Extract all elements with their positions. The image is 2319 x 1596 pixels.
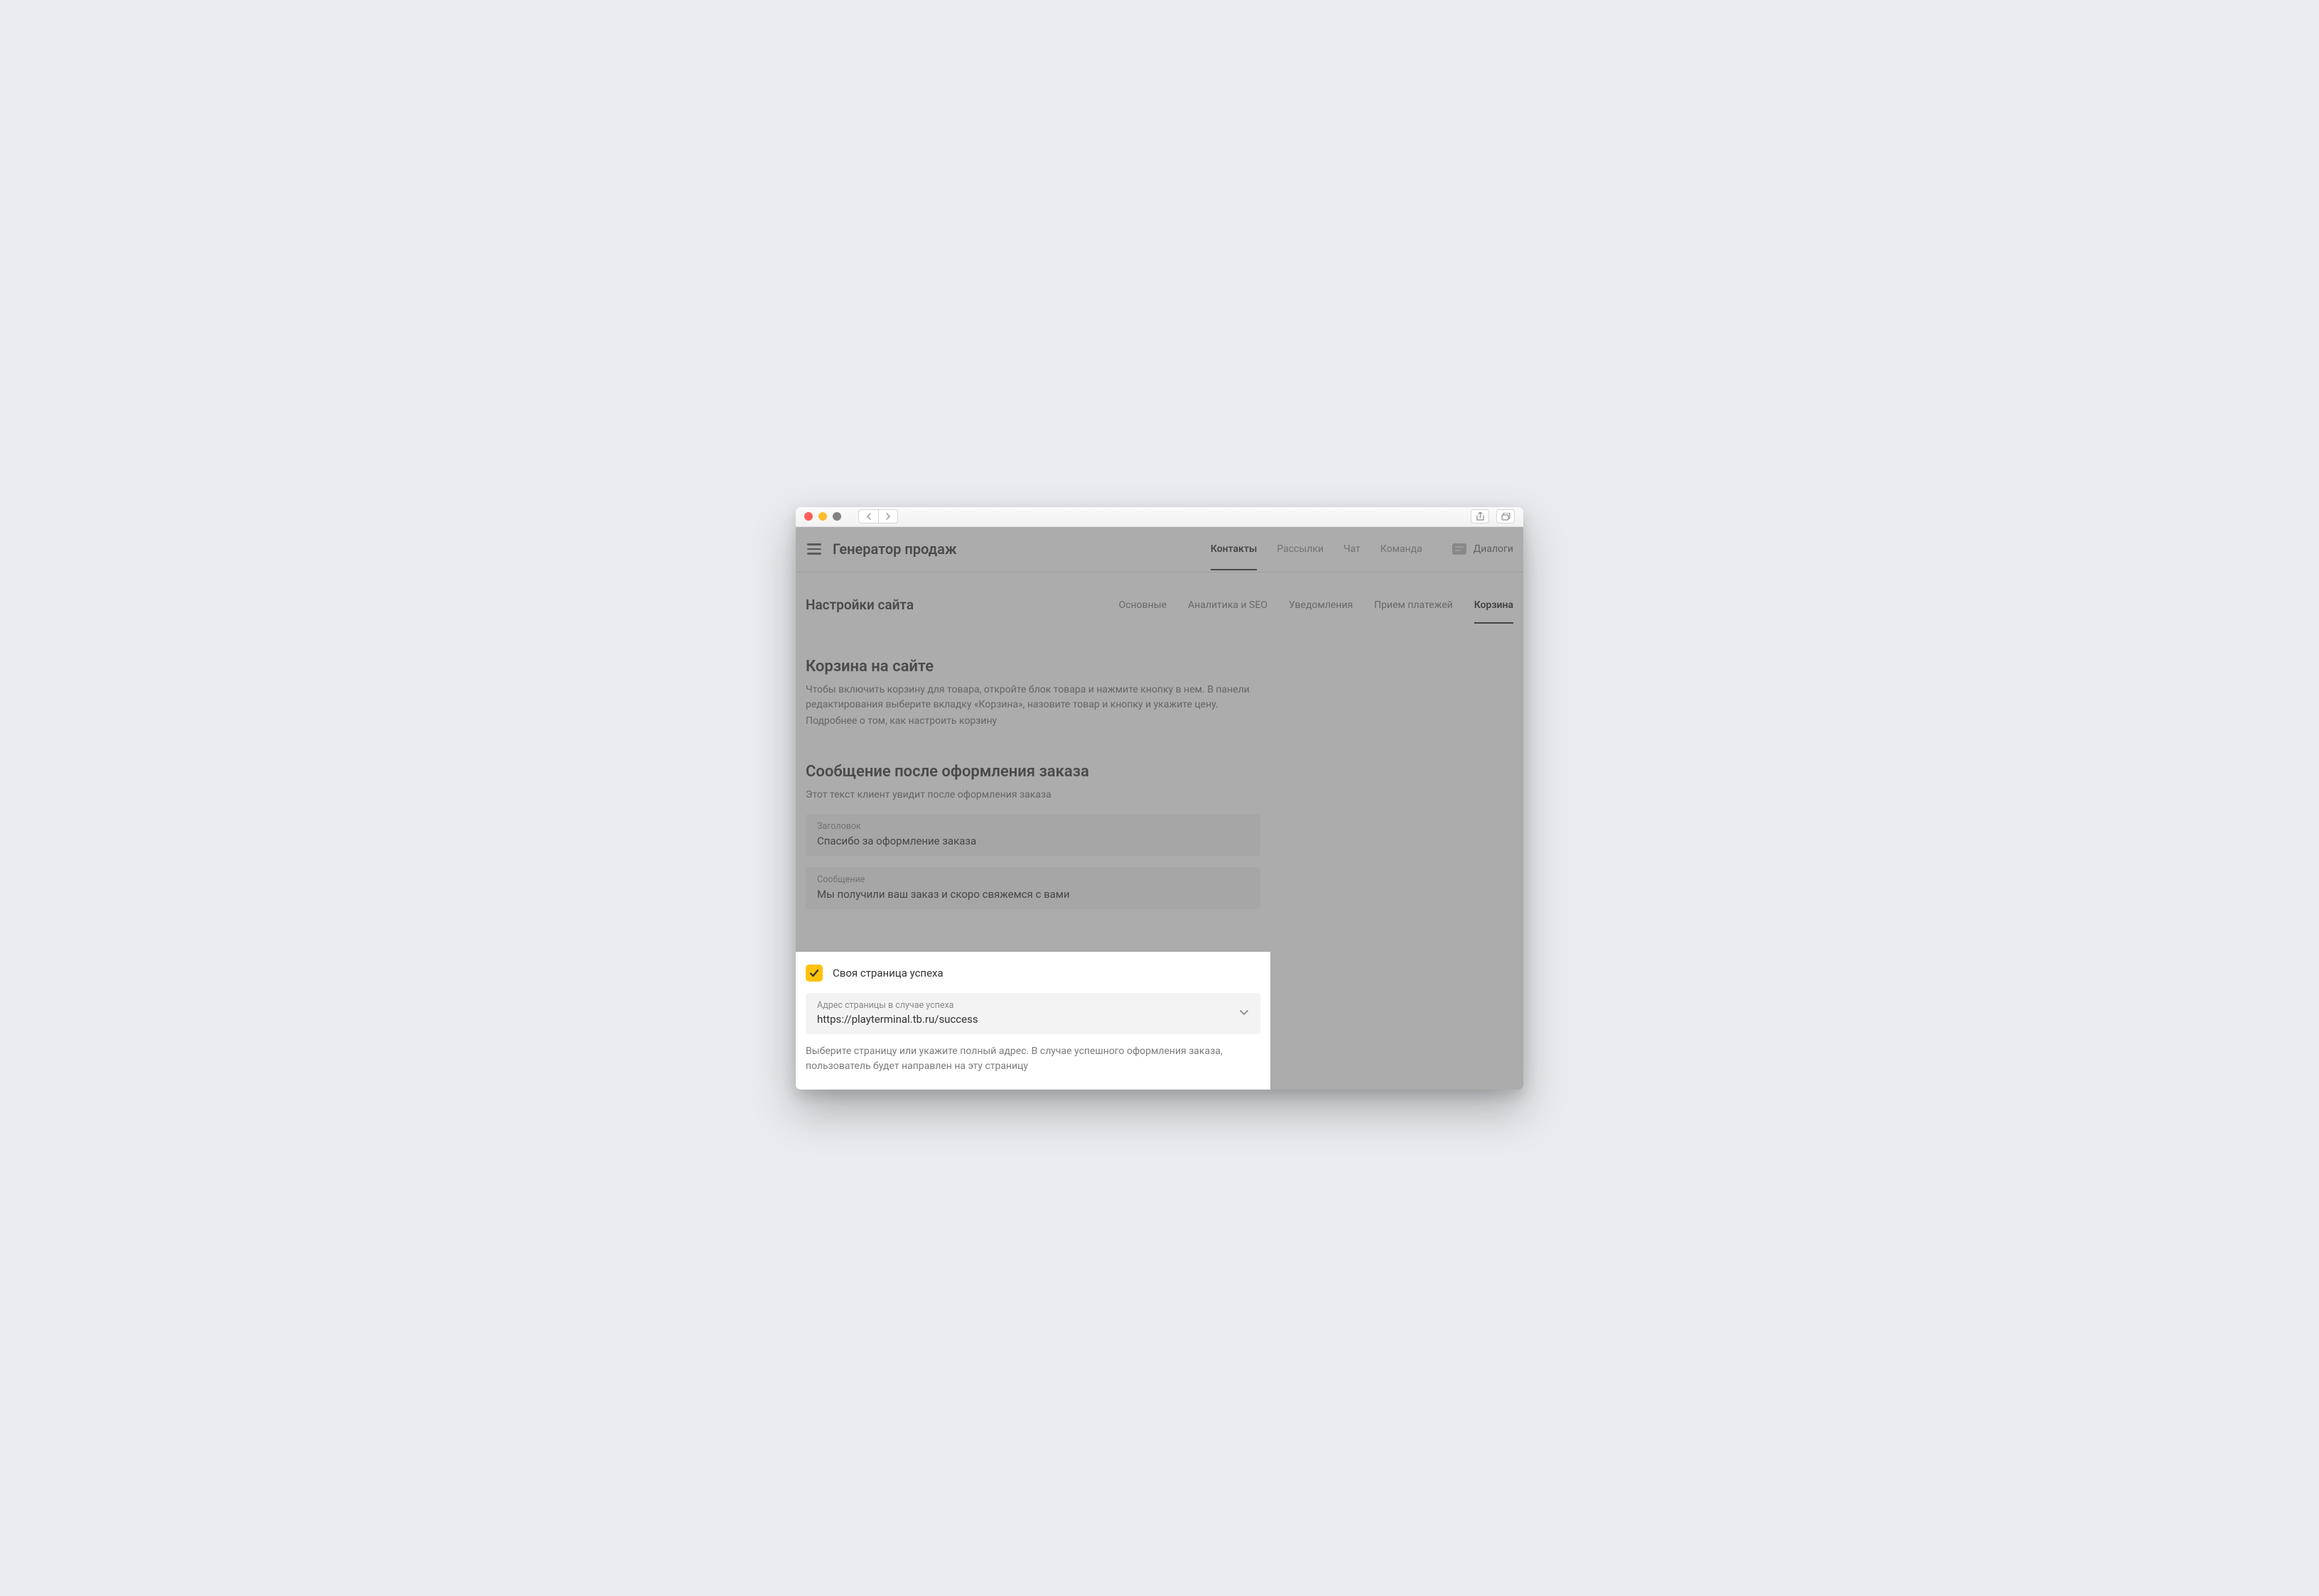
nav-contacts[interactable]: Контакты bbox=[1211, 528, 1257, 570]
browser-forward-button[interactable] bbox=[878, 509, 898, 523]
success-url-field[interactable]: Адрес страницы в случае успеха https://p… bbox=[806, 993, 1260, 1034]
settings-title: Настройки сайта bbox=[806, 597, 914, 613]
title-field[interactable]: Заголовок Спасибо за оформление заказа bbox=[806, 814, 1260, 856]
browser-window: Генератор продаж Контакты Рассылки Чат К… bbox=[796, 507, 1523, 1090]
settings-bar: Настройки сайта Основные Аналитика и SEO… bbox=[806, 587, 1513, 624]
window-minimize-button[interactable] bbox=[818, 512, 827, 521]
check-icon bbox=[809, 968, 819, 978]
chevron-down-icon bbox=[1239, 1006, 1249, 1019]
cart-section-more-link[interactable]: Подробнее о том, как настроить корзину bbox=[806, 714, 1260, 729]
tabs-button[interactable] bbox=[1496, 509, 1515, 523]
app-header: Генератор продаж Контакты Рассылки Чат К… bbox=[796, 527, 1523, 572]
tab-notifications[interactable]: Уведомления bbox=[1289, 587, 1353, 624]
cart-section: Корзина на сайте Чтобы включить корзину … bbox=[806, 658, 1260, 729]
title-field-value: Спасибо за оформление заказа bbox=[817, 835, 1249, 847]
window-titlebar bbox=[796, 507, 1523, 527]
app-title: Генератор продаж bbox=[833, 541, 957, 558]
success-page-toggle-row: Своя страница успеха bbox=[806, 965, 1260, 982]
traffic-lights bbox=[804, 512, 841, 521]
chevron-right-icon bbox=[885, 513, 891, 520]
titlebar-right-controls bbox=[1471, 509, 1515, 523]
dialogs-button[interactable]: Диалоги bbox=[1452, 543, 1513, 555]
browser-back-button[interactable] bbox=[858, 509, 878, 523]
dialogs-label: Диалоги bbox=[1474, 543, 1513, 555]
window-close-button[interactable] bbox=[804, 512, 813, 521]
cart-section-title: Корзина на сайте bbox=[806, 658, 1260, 675]
chat-icon bbox=[1452, 543, 1466, 555]
message-section-title: Сообщение после оформления заказа bbox=[806, 763, 1260, 781]
share-icon bbox=[1476, 512, 1484, 521]
page-content: Настройки сайта Основные Аналитика и SEO… bbox=[796, 572, 1523, 909]
message-section-subtitle: Этот текст клиент увидит после оформлени… bbox=[806, 788, 1260, 803]
header-nav: Контакты Рассылки Чат Команда bbox=[1211, 528, 1422, 570]
tab-general[interactable]: Основные bbox=[1119, 587, 1167, 624]
title-field-label: Заголовок bbox=[817, 821, 1249, 832]
menu-button[interactable] bbox=[806, 541, 823, 558]
message-field-value: Мы получили ваш заказ и скоро свяжемся с… bbox=[817, 888, 1249, 901]
app-area: Генератор продаж Контакты Рассылки Чат К… bbox=[796, 527, 1523, 1090]
message-field[interactable]: Сообщение Мы получили ваш заказ и скоро … bbox=[806, 867, 1260, 909]
window-maximize-button[interactable] bbox=[833, 512, 841, 521]
tabs-icon bbox=[1501, 513, 1510, 521]
success-page-label: Своя страница успеха bbox=[833, 967, 944, 979]
chevron-left-icon bbox=[866, 513, 872, 520]
tab-cart[interactable]: Корзина bbox=[1474, 587, 1513, 624]
success-url-help: Выберите страницу или укажите полный адр… bbox=[806, 1044, 1260, 1074]
nav-mailings[interactable]: Рассылки bbox=[1277, 528, 1324, 570]
share-button[interactable] bbox=[1471, 509, 1489, 523]
success-page-panel: Своя страница успеха Адрес страницы в сл… bbox=[796, 952, 1270, 1090]
browser-nav-buttons bbox=[858, 509, 898, 523]
tab-payments[interactable]: Прием платежей bbox=[1374, 587, 1453, 624]
tab-analytics[interactable]: Аналитика и SEO bbox=[1188, 587, 1267, 624]
nav-chat[interactable]: Чат bbox=[1344, 528, 1361, 570]
message-field-label: Сообщение bbox=[817, 874, 1249, 885]
message-section: Сообщение после оформления заказа Этот т… bbox=[806, 763, 1260, 909]
cart-section-description: Чтобы включить корзину для товара, откро… bbox=[806, 683, 1260, 712]
success-url-value: https://playterminal.tb.ru/success bbox=[817, 1013, 978, 1026]
nav-team[interactable]: Команда bbox=[1380, 528, 1422, 570]
success-page-checkbox[interactable] bbox=[806, 965, 823, 982]
success-url-label: Адрес страницы в случае успеха bbox=[817, 1000, 978, 1011]
settings-tabs: Основные Аналитика и SEO Уведомления При… bbox=[1119, 587, 1513, 624]
